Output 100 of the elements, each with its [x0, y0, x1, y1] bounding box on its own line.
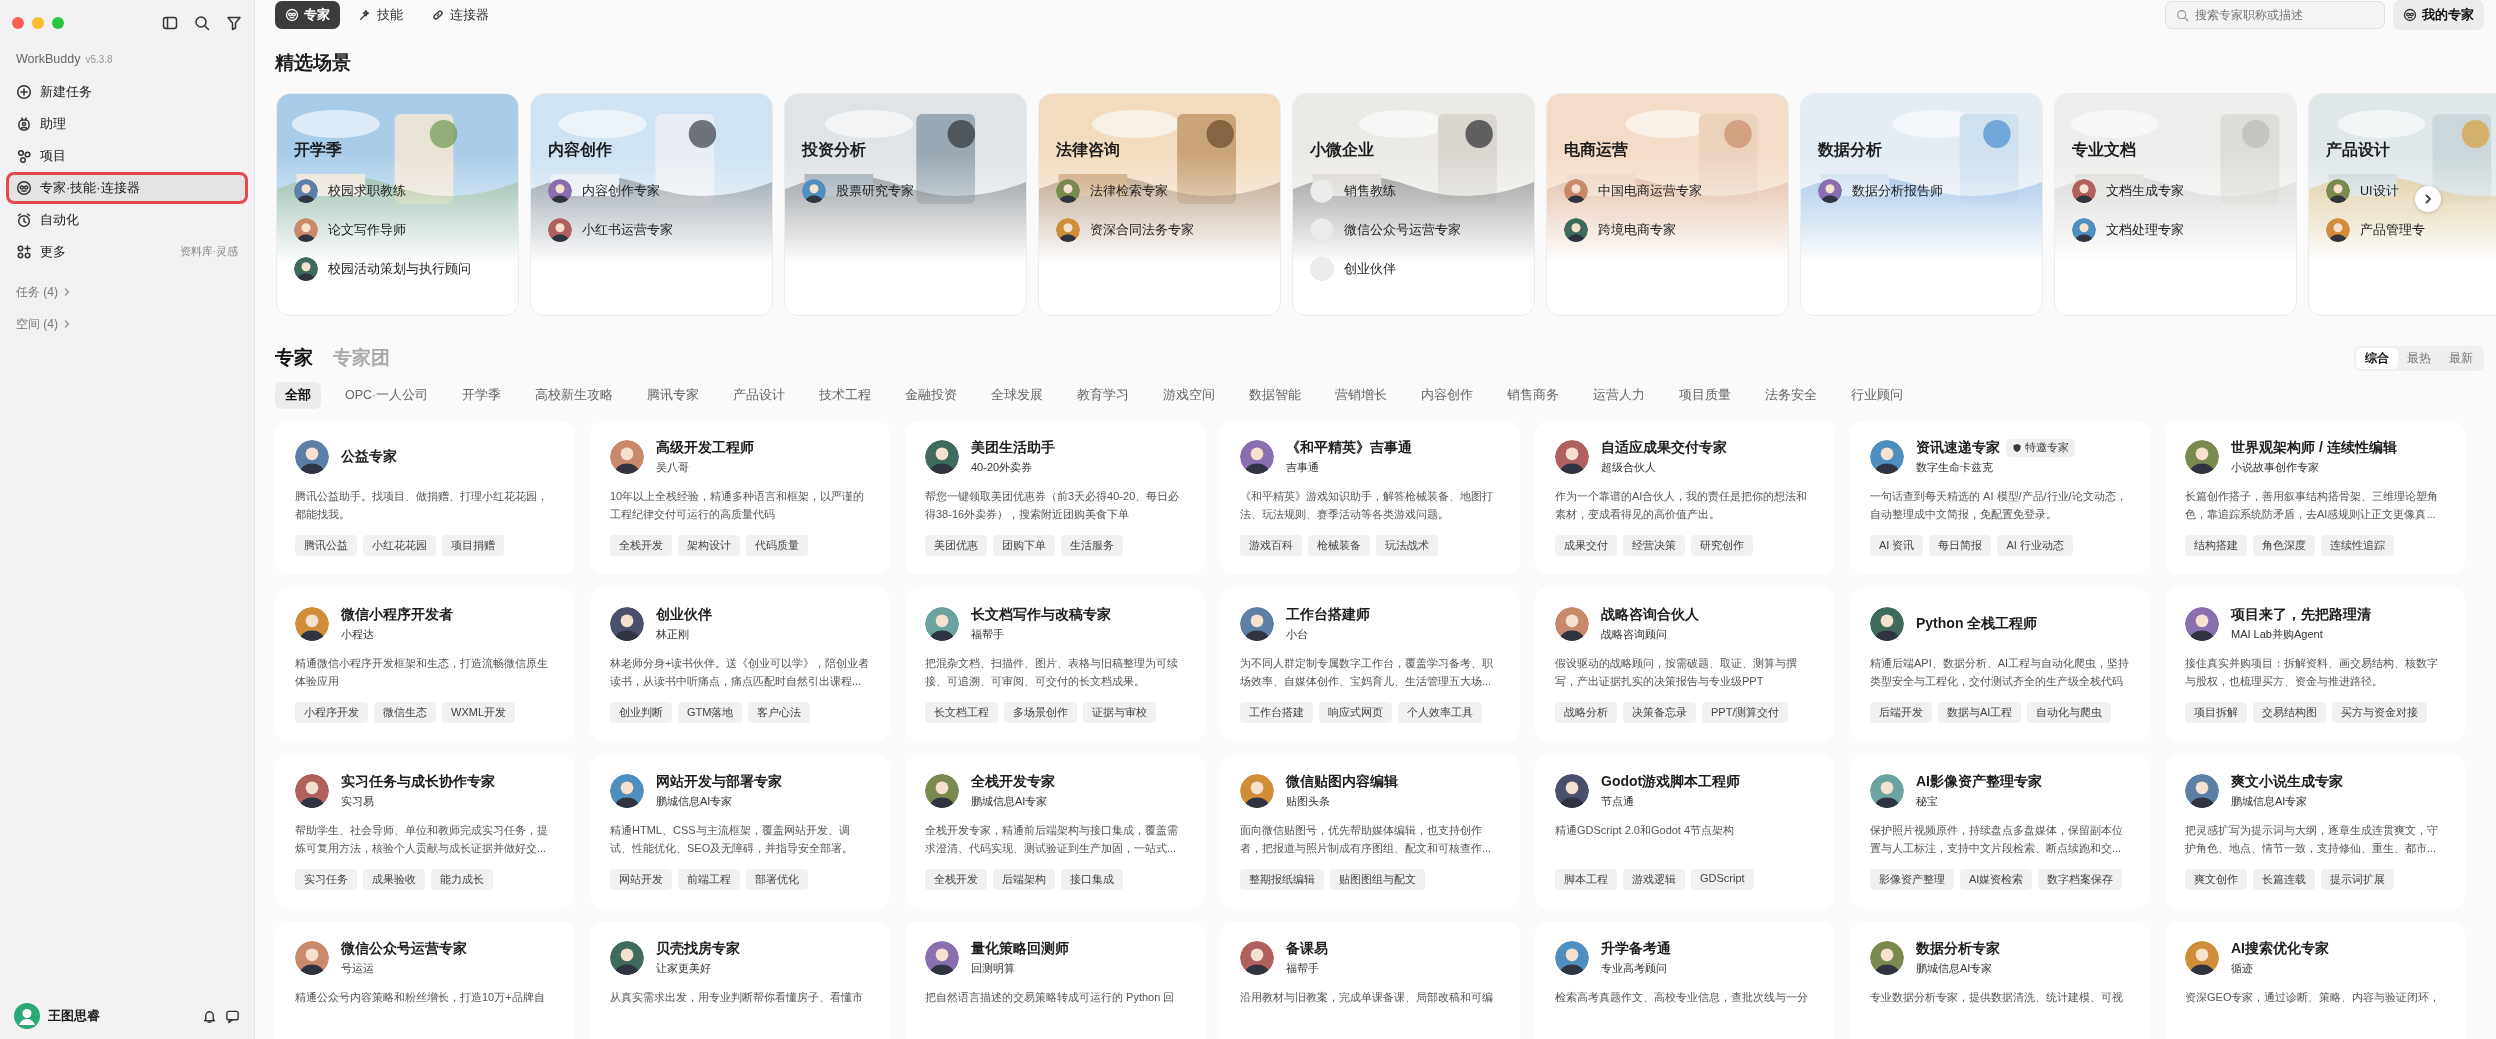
expert-link[interactable]: 论文写作导师: [328, 221, 406, 239]
expert-link[interactable]: 法律检索专家: [1090, 182, 1168, 200]
search-icon[interactable]: [194, 15, 210, 31]
group-toggle[interactable]: 任务 (4): [16, 283, 58, 301]
nav-item[interactable]: 新建任务: [8, 78, 246, 106]
expert-card[interactable]: Godot游戏脚本工程师 节点通 精通GDScript 2.0和Godot 4节点架构 脚本工程 游戏逻辑 GDScript: [1535, 755, 1835, 908]
expert-card[interactable]: 爽文小说生成专家 鹏城信息AI专家 把灵感扩写为提示词与大纲，逐章生成连贯爽文，守护角色、地点、情节一致，支持修仙、重生、都市... 爽文创作 长篇连载 提示词扩展: [2165, 755, 2465, 908]
expert-link[interactable]: 校园求职教练: [328, 182, 406, 200]
group-toggle[interactable]: 空间 (4): [16, 315, 58, 333]
scene-card[interactable]: 电商运营 中国电商运营专家 跨境电商专家: [1546, 93, 1789, 316]
filter-chip[interactable]: OPC·一人公司: [335, 382, 439, 409]
expert-card[interactable]: 微信贴图内容编辑 贴图头条 面向微信贴图号，优先帮助媒体编辑，也支持创作者，把报道与照片制成有序图组、配文和可核查作... 整期报纸编辑 贴图图组与配文: [1220, 755, 1520, 908]
filter-chip[interactable]: 内容创作: [1411, 382, 1484, 409]
expert-title: Godot游戏脚本工程师: [1601, 773, 1741, 791]
expert-link[interactable]: 跨境电商专家: [1598, 221, 1676, 239]
expert-card[interactable]: 备课易 福帮手 沿用教材与旧教案，完成单课备课、局部改稿和可编: [1220, 922, 1520, 1039]
expert-card[interactable]: 世界观架构师 / 连续性编辑 小说故事创作专家 长篇创作搭子，善用叙事结构搭骨架、三维理论塑角色，靠追踪系统防矛盾，去AI感规则让正文更像真... 结构搭建 角色深度 连续性追踪: [2165, 421, 2465, 574]
filter-chip[interactable]: 全部: [275, 382, 321, 409]
expert-link[interactable]: 数据分析报告师: [1852, 182, 1943, 200]
nav-item[interactable]: 专家·技能·连接器: [8, 174, 246, 202]
expert-card[interactable]: 全栈开发专家 鹏城信息AI专家 全栈开发专家，精通前后端架构与接口集成，覆盖需求澄清、代码实现、测试验证到生产加固，一站式... 全栈开发 后端架构 接口集成: [905, 755, 1205, 908]
expert-link[interactable]: 股票研究专家: [836, 182, 914, 200]
nav-item[interactable]: 自动化: [8, 206, 246, 234]
search-field[interactable]: 搜索专家职称或描述: [2165, 1, 2385, 29]
expert-link[interactable]: 校园活动策划与执行顾问: [328, 260, 471, 278]
my-experts-button[interactable]: 我的专家: [2393, 0, 2484, 30]
filter-chip[interactable]: 数据智能: [1239, 382, 1312, 409]
tab[interactable]: 连接器: [421, 1, 499, 29]
expert-link[interactable]: 销售教练: [1344, 182, 1396, 200]
filter-chip[interactable]: 金融投资: [895, 382, 968, 409]
tab[interactable]: 技能: [348, 1, 413, 29]
scene-card[interactable]: 小微企业 销售教练 微信公众号运营专家 创业伙伴: [1292, 93, 1535, 316]
expert-card[interactable]: 贝壳找房专家 让家更美好 从真实需求出发，用专业判断帮你看懂房子、看懂市: [590, 922, 890, 1039]
expert-link[interactable]: 中国电商运营专家: [1598, 182, 1702, 200]
sort-option[interactable]: 综合: [2356, 347, 2398, 369]
expert-card[interactable]: 数据分析专家 鹏城信息AI专家 专业数据分析专家，提供数据清洗、统计建模、可视: [1850, 922, 2150, 1039]
nav-item[interactable]: 项目: [8, 142, 246, 170]
filter-chip[interactable]: 高校新生攻略: [525, 382, 624, 409]
scene-card[interactable]: 投资分析 股票研究专家: [784, 93, 1027, 316]
expert-link[interactable]: UI设计: [2360, 182, 2399, 200]
expert-link[interactable]: 文档生成专家: [2106, 182, 2184, 200]
filter-icon[interactable]: [226, 15, 242, 31]
sidebar-toggle-icon[interactable]: [162, 15, 178, 31]
expert-card[interactable]: 《和平精英》吉事通 吉事通 《和平精英》游戏知识助手，解答枪械装备、地图打法、玩法规则、赛季活动等各类游戏问题。 游戏百科 枪械装备 玩法战术: [1220, 421, 1520, 574]
tab[interactable]: 专家: [275, 345, 313, 371]
nav-item[interactable]: 助理: [8, 110, 246, 138]
expert-card[interactable]: 网站开发与部署专家 鹏城信息AI专家 精通HTML、CSS与主流框架，覆盖网站开发、调试、性能优化、SEO及无障碍，并指导安全部署。 网站开发 前端工程 部署优化: [590, 755, 890, 908]
expert-card[interactable]: AI搜索优化专家 循迹 资深GEO专家，通过诊断、策略、内容与验证闭环，: [2165, 922, 2465, 1039]
filter-chip[interactable]: 产品设计: [723, 382, 796, 409]
expert-card[interactable]: 自适应成果交付专家 超级合伙人 作为一个靠谱的AI合伙人，我的责任是把你的想法和素材，变成看得见的高价值产出。 成果交付 经营决策 研究创作: [1535, 421, 1835, 574]
filter-chip[interactable]: 全球发展: [981, 382, 1054, 409]
expert-card[interactable]: 美团生活助手 40-20外卖券 帮您一键领取美团优惠券（前3天必得40-20、每日必得38-16外卖券），搜索附近团购美食下单 美团优惠 团购下单 生活服务: [905, 421, 1205, 574]
scene-card[interactable]: 数据分析 数据分析报告师: [1800, 93, 2043, 316]
search-input[interactable]: 搜索专家职称或描述: [2195, 3, 2374, 27]
expert-card[interactable]: 实习任务与成长协作专家 实习易 帮助学生、社会导师、单位和教师完成实习任务，提炼可复用方法，核验个人贡献与成长证据并做好交... 实习任务 成果验收 能力成长: [275, 755, 575, 908]
expert-card[interactable]: 工作台搭建师 小台 为不同人群定制专属数字工作台，覆盖学习备考、职场效率、自媒体创作、宝妈育儿、生活管理五大场... 工作台搭建 响应式网页 个人效率工具: [1220, 588, 1520, 741]
bell-icon[interactable]: [202, 1008, 217, 1024]
filter-chip[interactable]: 行业顾问: [1841, 382, 1914, 409]
tab[interactable]: 专家: [275, 1, 340, 29]
filter-chip[interactable]: 运营人力: [1583, 382, 1656, 409]
avatar[interactable]: [14, 1003, 40, 1029]
expert-card[interactable]: 升学备考通 专业高考顾问 检索高考真题作文、高校专业信息，查批次线与一分: [1535, 922, 1835, 1039]
expert-link[interactable]: 文档处理专家: [2106, 221, 2184, 239]
expert-card[interactable]: 公益专家 腾讯公益助手。找项目、做捐赠、打理小红花花园，都能找我。 腾讯公益 小红花花园 项目捐赠: [275, 421, 575, 574]
filter-chip[interactable]: 开学季: [452, 382, 512, 409]
expert-card[interactable]: 战略咨询合伙人 战略咨询顾问 假设驱动的战略顾问，按需破题、取证、测算与撰写，产出证据扎实的决策报告与专业级PPT 战略分析 决策备忘录 PPT/测算交付: [1535, 588, 1835, 741]
expert-link[interactable]: 资深合同法务专家: [1090, 221, 1194, 239]
nav-item[interactable]: 更多 资料库·灵感: [8, 238, 246, 266]
expert-card[interactable]: 长文档写作与改稿专家 福帮手 把混杂文档、扫描件、图片、表格与旧稿整理为可续接、可追溯、可审阅、可交付的长文档成果。 长文档工程 多场景创作 证据与审校: [905, 588, 1205, 741]
filter-chip[interactable]: 项目质量: [1669, 382, 1742, 409]
expert-card[interactable]: 量化策略回测师 回测明算 把自然语言描述的交易策略转成可运行的 Python 回: [905, 922, 1205, 1039]
sort-option[interactable]: 最热: [2398, 347, 2440, 369]
expert-card[interactable]: 资讯速递专家 特邀专家 数字生命卡兹克 一句话查到每天精选的 AI 模型/产品/行业/论文动态，自动整理成中文简报，免配置免登录。 AI 资讯 每日简报 AI 行业动态: [1850, 421, 2150, 574]
expert-link[interactable]: 创业伙伴: [1344, 260, 1396, 278]
expert-card[interactable]: 微信小程序开发者 小程达 精通微信小程序开发框架和生态，打造流畅微信原生体验应用 小程序开发 微信生态 WXML开发: [275, 588, 575, 741]
expert-card[interactable]: 创业伙伴 林正刚 林老师分身+读书伙伴。送《创业可以学》，陪创业者读书，从读书中听痛点，痛点匹配时自然引出课程... 创业判断 GTM落地 客户心法: [590, 588, 890, 741]
scene-card[interactable]: 产品设计 UI设计 产品管理专: [2308, 93, 2496, 316]
filter-chip[interactable]: 腾讯专家: [637, 382, 710, 409]
close-button[interactable]: [12, 17, 24, 29]
expert-card[interactable]: AI影像资产整理专家 秘宝 保护照片视频原件，持续盘点多盘媒体，保留副本位置与人工标注，支持中文片段检索、断点续跑和交... 影像资产整理 AI媒资检索 数字档案保存: [1850, 755, 2150, 908]
expert-link[interactable]: 产品管理专: [2360, 221, 2425, 239]
filter-chip[interactable]: 营销增长: [1325, 382, 1398, 409]
scene-card[interactable]: 内容创作 内容创作专家 小红书运营专家: [530, 93, 773, 316]
filter-chip[interactable]: 法务安全: [1755, 382, 1828, 409]
chat-icon[interactable]: [225, 1008, 240, 1024]
expert-card[interactable]: Python 全栈工程师 精通后端API、数据分析、AI工程与自动化爬虫，坚持类型安全与工程化，交付测试齐全的生产级全栈代码 后端开发 数据与AI工程 自动化与爬虫: [1850, 588, 2150, 741]
filter-chip[interactable]: 游戏空间: [1153, 382, 1226, 409]
filter-chip[interactable]: 技术工程: [809, 382, 882, 409]
scene-card[interactable]: 法律咨询 法律检索专家 资深合同法务专家: [1038, 93, 1281, 316]
expert-link[interactable]: 小红书运营专家: [582, 221, 673, 239]
filter-chip[interactable]: 销售商务: [1497, 382, 1570, 409]
expert-card[interactable]: 项目来了，先把路理清 MAI Lab并购Agent 接住真实并购项目：拆解资料、画交易结构、核数字与股权，也梳理买方、资金与推进路径。 项目拆解 交易结构图 买方与资金对接: [2165, 588, 2465, 741]
expert-card[interactable]: 微信公众号运营专家 号运运 精通公众号内容策略和粉丝增长，打造10万+品牌自: [275, 922, 575, 1039]
scene-card[interactable]: 专业文档 文档生成专家 文档处理专家: [2054, 93, 2297, 316]
filter-chip[interactable]: 教育学习: [1067, 382, 1140, 409]
expert-link[interactable]: 微信公众号运营专家: [1344, 221, 1461, 239]
sort-option[interactable]: 最新: [2440, 347, 2482, 369]
scene-card[interactable]: 开学季 校园求职教练 论文写作导师 校园活动策划与执行顾问: [276, 93, 519, 316]
expert-card[interactable]: 高级开发工程师 吴八哥 10年以上全栈经验，精通多种语言和框架，以严谨的工程纪律交付可运行的高质量代码 全栈开发 架构设计 代码质量: [590, 421, 890, 574]
expert-link[interactable]: 内容创作专家: [582, 182, 660, 200]
